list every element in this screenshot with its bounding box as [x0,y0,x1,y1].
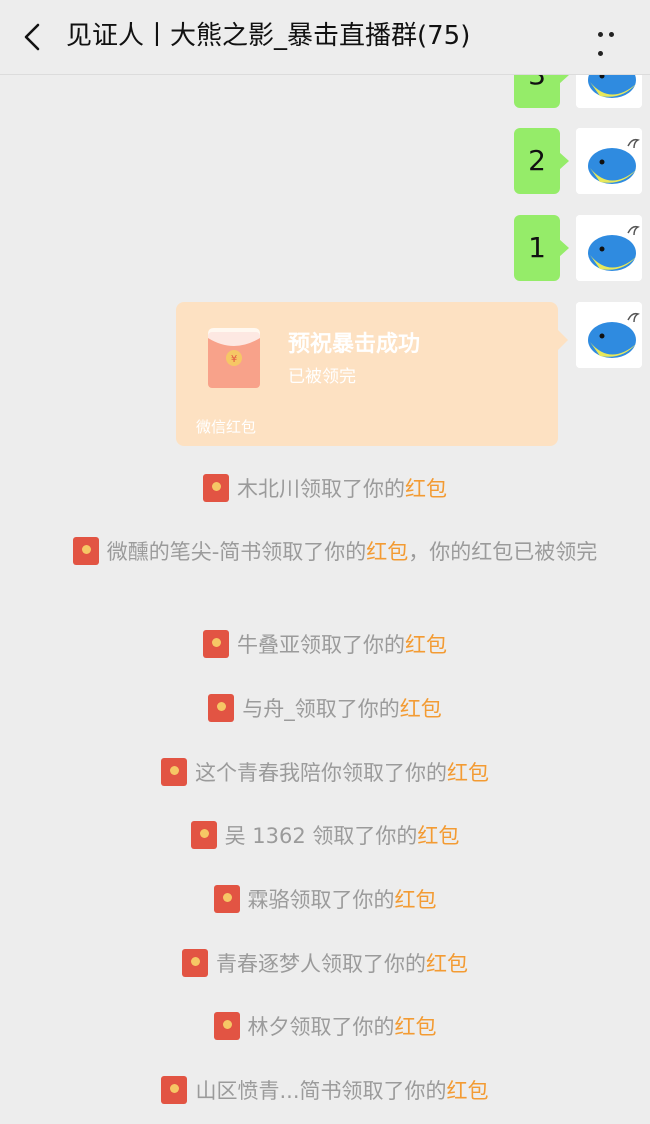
system-notice: 青春逐梦人领取了你的红包 [40,949,610,979]
notice-text: 微醺的笔尖-简书领取了你的 [106,540,367,564]
red-packet-link[interactable]: 红包 [405,633,447,657]
red-envelope-icon: ¥ [208,328,260,388]
red-packet-link[interactable]: 红包 [447,761,489,785]
avatar[interactable] [576,302,642,368]
message-bubble[interactable]: 1 [514,215,569,281]
red-envelope-icon [182,949,208,977]
red-packet-title: 预祝暴击成功 [288,332,421,357]
notice-text: 牛叠亚领取了你的 [237,633,405,657]
notice-text: 山区愤青...简书领取了你的 [195,1079,447,1103]
red-packet-link[interactable]: 红包 [400,697,442,721]
red-packet-link[interactable]: 红包 [417,824,459,848]
red-envelope-icon [208,694,235,722]
red-envelope-icon [203,630,229,658]
message-bubble[interactable]: 2 [514,128,569,194]
red-packet-card[interactable]: ¥ 预祝暴击成功 已被领完 微信红包 [176,302,568,446]
whale-avatar-icon [576,215,642,281]
avatar[interactable] [576,215,642,281]
chat-header: 见证人丨大熊之影_暴击直播群(75) [0,0,650,75]
chat-area[interactable]: 3 2 1 [0,0,650,1124]
system-notice: 霖骆领取了你的红包 [40,885,610,915]
notice-suffix: ，你的红包已被领完 [408,540,598,564]
system-notice: 微醺的笔尖-简书领取了你的红包，你的红包已被领完 [55,537,615,567]
notice-text: 吴 1362 领取了你的 [224,824,418,848]
red-envelope-icon [161,758,187,786]
red-packet-footer: 微信红包 [196,418,257,436]
svg-text:¥: ¥ [231,354,237,365]
notice-text: 这个青春我陪你领取了你的 [195,761,447,785]
system-notice: 山区愤青...简书领取了你的红包 [40,1076,610,1106]
red-envelope-icon [213,1012,240,1040]
red-packet-link[interactable]: 红包 [405,477,447,501]
system-notice: 牛叠亚领取了你的红包 [40,630,610,660]
system-notice: 吴 1362 领取了你的红包 [40,821,610,851]
whale-avatar-icon [576,302,642,368]
notice-text: 与舟_领取了你的 [242,697,400,721]
system-notice: 木北川领取了你的红包 [40,474,610,504]
system-notice: 这个青春我陪你领取了你的红包 [40,758,610,788]
back-arrow-icon[interactable] [18,22,48,52]
red-envelope-icon [72,537,99,565]
message-row: 2 [514,128,642,194]
red-envelope-icon [203,474,229,502]
red-packet-link[interactable]: 红包 [395,1015,437,1039]
chat-title: 见证人丨大熊之影_暴击直播群(75) [66,21,471,51]
notice-text: 霖骆领取了你的 [247,888,395,912]
red-packet-link[interactable]: 红包 [447,1079,489,1103]
whale-avatar-icon [576,128,642,194]
notice-text: 木北川领取了你的 [237,477,405,501]
red-packet-link[interactable]: 红包 [366,540,408,564]
more-options-icon[interactable] [598,32,630,56]
notice-text: 林夕领取了你的 [247,1015,395,1039]
system-notice: 林夕领取了你的红包 [40,1012,610,1042]
red-packet-link[interactable]: 红包 [395,888,437,912]
red-packet-status: 已被领完 [288,367,356,387]
red-packet-link[interactable]: 红包 [426,952,468,976]
message-row: 1 [514,215,642,281]
red-envelope-icon [161,1076,188,1104]
notice-text: 青春逐梦人领取了你的 [216,952,426,976]
red-envelope-icon [190,821,217,849]
red-envelope-icon [213,885,240,913]
red-packet-row: ¥ 预祝暴击成功 已被领完 微信红包 [176,302,642,446]
system-notice: 与舟_领取了你的红包 [40,694,610,724]
avatar[interactable] [576,128,642,194]
